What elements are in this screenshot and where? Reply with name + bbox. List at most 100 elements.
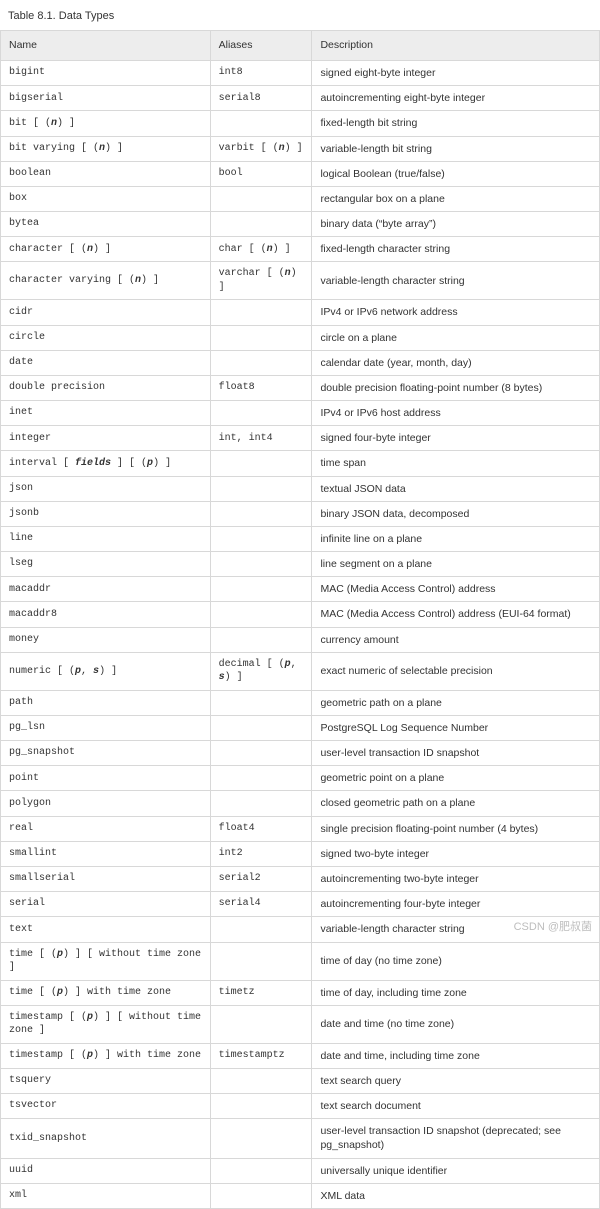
table-row: timestamp [ (p) ] [ without time zone ]d…	[1, 1005, 600, 1043]
cell-description: time of day (no time zone)	[312, 942, 600, 980]
cell-aliases	[210, 577, 312, 602]
cell-description: closed geometric path on a plane	[312, 791, 600, 816]
cell-aliases: timetz	[210, 980, 312, 1005]
table-row: uuid universally unique identifier	[1, 1158, 600, 1183]
cell-description: binary JSON data, decomposed	[312, 501, 600, 526]
cell-description: autoincrementing eight-byte integer	[312, 86, 600, 111]
cell-name: boolean	[1, 161, 211, 186]
cell-description: date and time, including time zone	[312, 1043, 600, 1068]
table-row: textvariable-length character string	[1, 917, 600, 942]
table-row: double precisionfloat8double precision f…	[1, 375, 600, 400]
table-row: time [ (p) ] with time zonetimetztime of…	[1, 980, 600, 1005]
table-row: serialserial4autoincrementing four-byte …	[1, 892, 600, 917]
table-row: smallserialserial2autoincrementing two-b…	[1, 866, 600, 891]
cell-name: uuid	[1, 1158, 211, 1183]
table-row: pg_snapshot user-level transaction ID sna…	[1, 741, 600, 766]
cell-description: variable-length bit string	[312, 136, 600, 161]
cell-description: XML data	[312, 1183, 600, 1208]
cell-name: character varying [ (n) ]	[1, 262, 211, 300]
cell-name: smallint	[1, 841, 211, 866]
cell-aliases: int2	[210, 841, 312, 866]
cell-aliases	[210, 300, 312, 325]
cell-description: MAC (Media Access Control) address (EUI-…	[312, 602, 600, 627]
table-row: txid_snapshotuser-level transaction ID s…	[1, 1119, 600, 1158]
cell-description: autoincrementing two-byte integer	[312, 866, 600, 891]
cell-description: variable-length character string	[312, 262, 600, 300]
cell-description: IPv4 or IPv6 network address	[312, 300, 600, 325]
table-row: polygon closed geometric path on a plane	[1, 791, 600, 816]
table-row: path geometric path on a plane	[1, 690, 600, 715]
cell-aliases: serial8	[210, 86, 312, 111]
cell-name: polygon	[1, 791, 211, 816]
cell-description: user-level transaction ID snapshot (depr…	[312, 1119, 600, 1158]
cell-aliases: int8	[210, 61, 312, 86]
cell-description: user-level transaction ID snapshot	[312, 741, 600, 766]
cell-aliases	[210, 111, 312, 136]
cell-name: line	[1, 526, 211, 551]
cell-description: rectangular box on a plane	[312, 186, 600, 211]
cell-description: universally unique identifier	[312, 1158, 600, 1183]
table-row: jsonbbinary JSON data, decomposed	[1, 501, 600, 526]
cell-name: interval [ fields ] [ (p) ]	[1, 451, 211, 476]
col-aliases-header: Aliases	[210, 31, 312, 61]
cell-name: time [ (p) ] with time zone	[1, 980, 211, 1005]
cell-aliases: varchar [ (n) ]	[210, 262, 312, 300]
table-row: macaddrMAC (Media Access Control) addres…	[1, 577, 600, 602]
table-row: bit [ (n) ]fixed-length bit string	[1, 111, 600, 136]
table-row: character varying [ (n) ]varchar [ (n) ]…	[1, 262, 600, 300]
table-row: inetIPv4 or IPv6 host address	[1, 401, 600, 426]
cell-description: binary data (“byte array”)	[312, 212, 600, 237]
col-name-header: Name	[1, 31, 211, 61]
cell-name: box	[1, 186, 211, 211]
cell-description: exact numeric of selectable precision	[312, 652, 600, 690]
cell-aliases	[210, 1094, 312, 1119]
cell-name: macaddr8	[1, 602, 211, 627]
cell-name: tsquery	[1, 1068, 211, 1093]
cell-aliases	[210, 350, 312, 375]
table-row: time [ (p) ] [ without time zone ]time o…	[1, 942, 600, 980]
cell-name: bigint	[1, 61, 211, 86]
table-row: bit varying [ (n) ]varbit [ (n) ]variabl…	[1, 136, 600, 161]
cell-name: pg_lsn	[1, 715, 211, 740]
cell-name: serial	[1, 892, 211, 917]
cell-aliases	[210, 627, 312, 652]
cell-name: cidr	[1, 300, 211, 325]
cell-description: currency amount	[312, 627, 600, 652]
table-row: character [ (n) ]char [ (n) ]fixed-lengt…	[1, 237, 600, 262]
cell-name: inet	[1, 401, 211, 426]
cell-name: macaddr	[1, 577, 211, 602]
cell-description: calendar date (year, month, day)	[312, 350, 600, 375]
cell-description: signed eight-byte integer	[312, 61, 600, 86]
cell-name: tsvector	[1, 1094, 211, 1119]
cell-aliases	[210, 741, 312, 766]
cell-aliases	[210, 690, 312, 715]
cell-aliases	[210, 1183, 312, 1208]
cell-name: bytea	[1, 212, 211, 237]
col-description-header: Description	[312, 31, 600, 61]
cell-aliases	[210, 401, 312, 426]
cell-aliases	[210, 766, 312, 791]
table-row: macaddr8 MAC (Media Access Control) addre…	[1, 602, 600, 627]
cell-description: PostgreSQL Log Sequence Number	[312, 715, 600, 740]
cell-name: pg_snapshot	[1, 741, 211, 766]
cell-aliases: serial2	[210, 866, 312, 891]
table-row: booleanboollogical Boolean (true/false)	[1, 161, 600, 186]
cell-name: point	[1, 766, 211, 791]
table-row: tsquery text search query	[1, 1068, 600, 1093]
cell-name: character [ (n) ]	[1, 237, 211, 262]
cell-name: date	[1, 350, 211, 375]
cell-name: lseg	[1, 552, 211, 577]
cell-aliases	[210, 602, 312, 627]
cell-name: path	[1, 690, 211, 715]
cell-name: timestamp [ (p) ] [ without time zone ]	[1, 1005, 211, 1043]
cell-name: xml	[1, 1183, 211, 1208]
cell-aliases	[210, 186, 312, 211]
cell-description: variable-length character string	[312, 917, 600, 942]
cell-description: geometric path on a plane	[312, 690, 600, 715]
cell-description: single precision floating-point number (…	[312, 816, 600, 841]
cell-aliases	[210, 917, 312, 942]
table-row: timestamp [ (p) ] with time zonetimestam…	[1, 1043, 600, 1068]
table-row: pointgeometric point on a plane	[1, 766, 600, 791]
cell-description: text search query	[312, 1068, 600, 1093]
cell-aliases	[210, 451, 312, 476]
